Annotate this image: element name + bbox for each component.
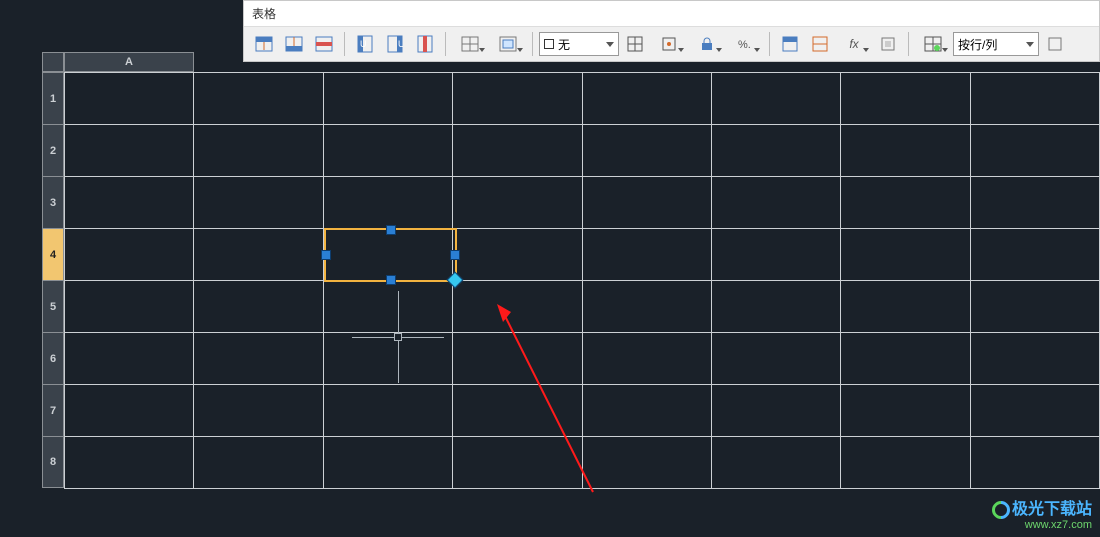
- separator: [769, 32, 770, 56]
- svg-text:U: U: [398, 39, 403, 49]
- border-swatch-icon: [544, 39, 554, 49]
- link-cell-button[interactable]: [915, 31, 951, 57]
- row-headers: 1 2 3 4 5 6 7 8: [42, 72, 64, 488]
- table-grid[interactable]: [64, 72, 1100, 489]
- insert-col-left-button[interactable]: U: [351, 31, 379, 57]
- row-header-5[interactable]: 5: [42, 280, 64, 332]
- by-rowcol-value: 按行/列: [958, 36, 997, 53]
- extra-tool-button[interactable]: [1041, 31, 1069, 57]
- row-header-2[interactable]: 2: [42, 124, 64, 176]
- chevron-down-icon: [716, 48, 722, 52]
- row-header-3[interactable]: 3: [42, 176, 64, 228]
- border-style-select[interactable]: 无: [539, 32, 619, 56]
- separator: [445, 32, 446, 56]
- fx-icon: fx: [849, 37, 858, 51]
- cell-lock-button[interactable]: [689, 31, 725, 57]
- chevron-down-icon: [479, 48, 485, 52]
- separator: [908, 32, 909, 56]
- svg-text:U: U: [360, 39, 367, 49]
- svg-text:%.: %.: [738, 39, 751, 51]
- toolbar-row: U U 无: [244, 27, 1099, 61]
- row-header-7[interactable]: 7: [42, 384, 64, 436]
- corner-header[interactable]: [42, 52, 64, 72]
- watermark-logo-icon: [988, 497, 1013, 522]
- formula-button[interactable]: fx: [836, 31, 872, 57]
- insert-col-right-button[interactable]: U: [381, 31, 409, 57]
- by-rowcol-select[interactable]: 按行/列: [953, 32, 1039, 56]
- data-format-button[interactable]: %.: [727, 31, 763, 57]
- row-header-8[interactable]: 8: [42, 436, 64, 488]
- chevron-down-icon: [517, 48, 523, 52]
- cell-style-button[interactable]: [776, 31, 804, 57]
- all-borders-button[interactable]: [621, 31, 649, 57]
- watermark-url: www.xz7.com: [992, 519, 1092, 531]
- chevron-down-icon: [1026, 42, 1034, 47]
- cad-canvas[interactable]: A 1 2 3 4 5 6 7 8: [0, 0, 1100, 537]
- chevron-down-icon: [754, 48, 760, 52]
- chevron-down-icon: [606, 42, 614, 47]
- row-header-1[interactable]: 1: [42, 72, 64, 124]
- chevron-down-icon: [942, 48, 948, 52]
- alignment-button[interactable]: [651, 31, 687, 57]
- match-cell-button[interactable]: [806, 31, 834, 57]
- delete-col-button[interactable]: [411, 31, 439, 57]
- merge-cells-button[interactable]: [452, 31, 488, 57]
- separator: [344, 32, 345, 56]
- row-header-6[interactable]: 6: [42, 332, 64, 384]
- insert-row-below-button[interactable]: [280, 31, 308, 57]
- border-style-value: 无: [558, 36, 570, 53]
- chevron-down-icon: [863, 48, 869, 52]
- watermark-text: 极光下载站: [1012, 501, 1092, 518]
- row-header-4[interactable]: 4: [42, 228, 64, 280]
- field-button[interactable]: [874, 31, 902, 57]
- column-header-a[interactable]: A: [64, 52, 194, 72]
- separator: [532, 32, 533, 56]
- insert-row-above-button[interactable]: [250, 31, 278, 57]
- table-toolbar: 表格 U U: [243, 0, 1100, 62]
- toolbar-title: 表格: [244, 1, 1099, 27]
- chevron-down-icon: [678, 48, 684, 52]
- delete-row-button[interactable]: [310, 31, 338, 57]
- watermark: 极光下载站 www.xz7.com: [992, 495, 1092, 531]
- unmerge-cells-button[interactable]: [490, 31, 526, 57]
